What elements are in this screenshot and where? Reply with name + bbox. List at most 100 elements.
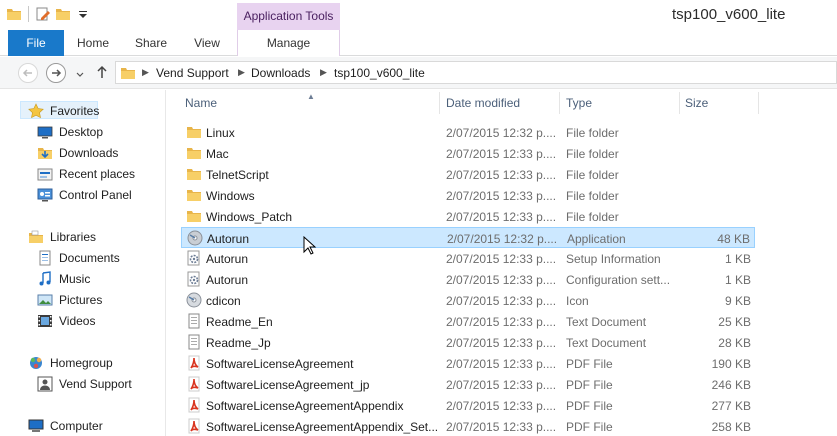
file-date-modified: 2/07/2015 12:32 p.... [447, 232, 558, 246]
control-panel-icon [37, 187, 53, 203]
file-size: 28 KB [718, 336, 751, 350]
nav-label: Videos [59, 314, 96, 328]
settings-file-icon [186, 250, 202, 266]
column-header-date-modified[interactable]: Date modified [446, 90, 556, 116]
folder-icon [186, 145, 202, 161]
file-date-modified: 2/07/2015 12:33 p.... [446, 420, 557, 434]
nav-label: Libraries [50, 230, 97, 244]
file-row[interactable]: Readme_Jp 2/07/2015 12:33 p.... Text Docum… [181, 332, 755, 353]
file-row[interactable]: SoftwareLicenseAgreement 2/07/2015 12:33 … [181, 353, 755, 374]
file-type: File folder [566, 147, 619, 161]
pdf-icon [186, 355, 202, 371]
file-date-modified: 2/07/2015 12:33 p.... [446, 336, 557, 350]
file-type: PDF File [566, 357, 613, 371]
file-list: ▲ Name Date modified Type Size Linux 2/07… [167, 90, 837, 436]
music-icon [37, 271, 53, 287]
file-row[interactable]: Mac 2/07/2015 12:33 p.... File folder [181, 143, 755, 164]
column-divider[interactable] [679, 92, 680, 114]
breadcrumb-downloads[interactable]: Downloads [251, 66, 310, 80]
column-divider[interactable] [758, 92, 759, 114]
column-header-name[interactable]: Name [185, 90, 435, 116]
pdf-icon [186, 418, 202, 434]
file-name: SoftwareLicenseAgreement_jp [206, 378, 370, 392]
back-button[interactable] [18, 63, 38, 83]
properties-icon[interactable] [35, 6, 51, 22]
file-row[interactable]: SoftwareLicenseAgreementAppendix 2/07/201… [181, 395, 755, 416]
file-name: Readme_En [206, 315, 273, 329]
nav-label: Recent places [59, 167, 136, 181]
arrow-left-icon [22, 69, 32, 77]
desktop-icon [37, 124, 53, 140]
chevron-right-icon[interactable]: ▶ [238, 67, 245, 78]
address-bar[interactable]: ▶ Vend Support ▶ Downloads ▶ tsp100_v600… [115, 61, 837, 84]
file-name: Readme_Jp [206, 336, 271, 350]
file-row[interactable]: Windows 2/07/2015 12:33 p.... File folder [181, 185, 755, 206]
file-type: PDF File [566, 378, 613, 392]
file-row[interactable]: Windows_Patch 2/07/2015 12:33 p.... File f… [181, 206, 755, 227]
navigation-bar: ▶ Vend Support ▶ Downloads ▶ tsp100_v600… [0, 57, 837, 89]
nav-label: Control Panel [59, 188, 132, 202]
tab-file[interactable]: File [8, 30, 64, 56]
nav-label: Downloads [59, 146, 119, 160]
folder-icon [120, 65, 136, 84]
file-type: PDF File [566, 420, 613, 434]
tab-manage[interactable]: Manage [237, 30, 340, 56]
file-type: Configuration sett... [566, 273, 671, 287]
nav-label: Desktop [59, 125, 104, 139]
toolbar-divider [28, 6, 29, 22]
file-size: 246 KB [711, 378, 751, 392]
file-row[interactable]: Autorun 2/07/2015 12:33 p.... Configuratio… [181, 269, 755, 290]
star-icon [28, 103, 44, 119]
homegroup-icon [28, 355, 44, 371]
file-row[interactable]: SoftwareLicenseAgreementAppendix_Set... 2… [181, 416, 755, 436]
text-file-icon [186, 334, 202, 350]
chevron-down-icon [76, 72, 84, 77]
breadcrumb-current-folder[interactable]: tsp100_v600_lite [334, 66, 425, 80]
up-button[interactable] [95, 64, 109, 83]
new-folder-icon[interactable] [55, 6, 71, 22]
tab-share[interactable]: Share [128, 30, 174, 56]
file-name: Mac [206, 147, 229, 161]
column-divider[interactable] [559, 92, 560, 114]
file-row[interactable]: SoftwareLicenseAgreement_jp 2/07/2015 12:… [181, 374, 755, 395]
file-row[interactable]: TelnetScript 2/07/2015 12:33 p.... File fo… [181, 164, 755, 185]
pictures-icon [37, 292, 53, 308]
recent-locations-dropdown[interactable] [76, 68, 84, 82]
mouse-pointer-icon [303, 236, 317, 255]
tab-home[interactable]: Home [70, 30, 116, 56]
window-title: tsp100_v600_lite [672, 6, 786, 23]
file-name: SoftwareLicenseAgreementAppendix_Set... [206, 420, 439, 434]
breadcrumb-vend-support[interactable]: Vend Support [156, 66, 229, 80]
forward-button[interactable] [46, 63, 66, 83]
chevron-right-icon[interactable]: ▶ [320, 67, 327, 78]
file-row[interactable]: Autorun 2/07/2015 12:33 p.... Setup Inform… [181, 248, 755, 269]
folder-icon[interactable] [6, 6, 22, 22]
file-size: 25 KB [718, 315, 751, 329]
file-type: Text Document [566, 336, 647, 350]
file-date-modified: 2/07/2015 12:33 p.... [446, 210, 557, 224]
column-header-type[interactable]: Type [566, 90, 676, 116]
file-row[interactable]: Linux 2/07/2015 12:32 p.... File folder [181, 122, 755, 143]
file-row[interactable]: Readme_En 2/07/2015 12:33 p.... Text Docum… [181, 311, 755, 332]
file-date-modified: 2/07/2015 12:33 p.... [446, 357, 557, 371]
tab-view[interactable]: View [184, 30, 230, 56]
column-divider[interactable] [439, 92, 440, 114]
file-size: 190 KB [711, 357, 751, 371]
file-type: PDF File [566, 399, 613, 413]
customize-toolbar-icon[interactable] [75, 6, 91, 22]
folder-icon [186, 166, 202, 182]
file-type: Icon [566, 294, 589, 308]
file-date-modified: 2/07/2015 12:33 p.... [446, 294, 557, 308]
cd-icon [186, 292, 202, 308]
file-name: Autorun [206, 273, 249, 287]
text-file-icon [186, 313, 202, 329]
chevron-right-icon[interactable]: ▶ [142, 67, 149, 78]
file-row[interactable]: Autorun 2/07/2015 12:32 p.... Application 4… [181, 227, 755, 248]
file-date-modified: 2/07/2015 12:33 p.... [446, 315, 557, 329]
file-row[interactable]: cdicon 2/07/2015 12:33 p.... Icon 9 KB [181, 290, 755, 311]
navigation-pane: Favorites Desktop Downloads Recent place… [0, 90, 166, 436]
arrow-up-icon [97, 65, 107, 78]
column-header-size[interactable]: Size [685, 90, 755, 116]
nav-label: Pictures [59, 293, 103, 307]
file-size: 1 KB [724, 273, 751, 287]
